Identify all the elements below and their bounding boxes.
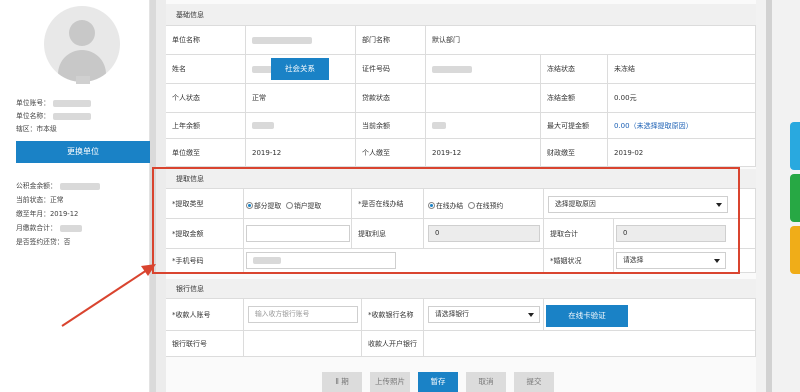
- annotation-arrow-icon: [61, 264, 156, 327]
